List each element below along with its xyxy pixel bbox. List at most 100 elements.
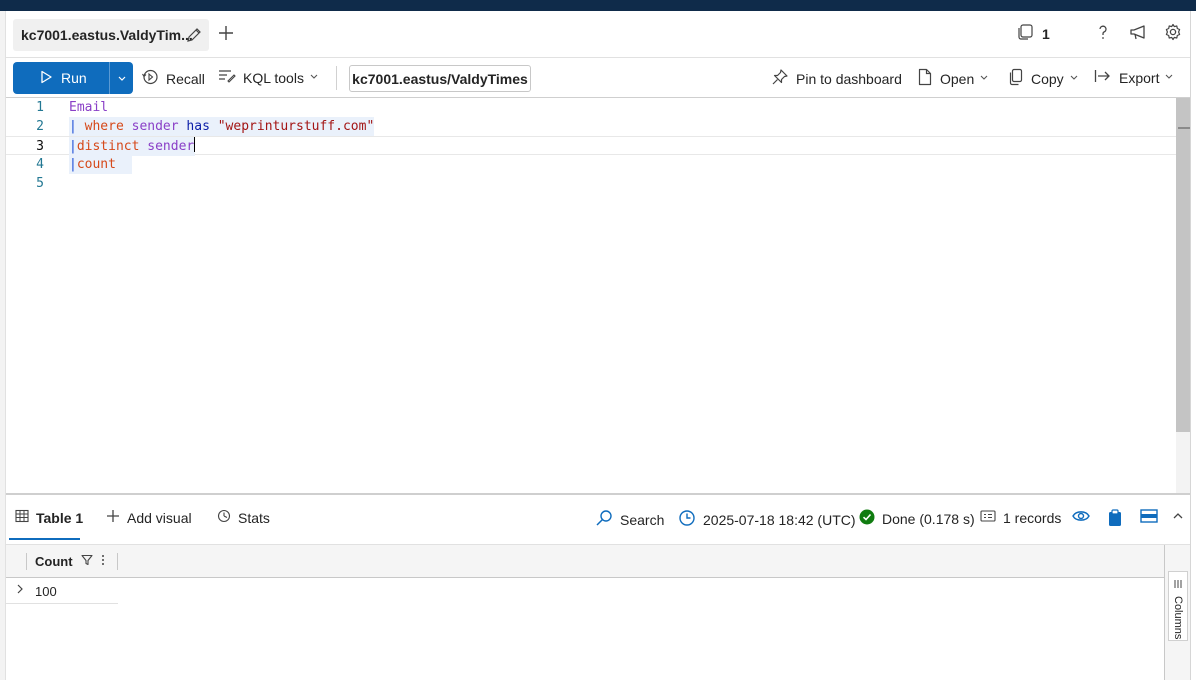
- active-tab-indicator: [9, 538, 80, 540]
- export-menu[interactable]: Export: [1094, 68, 1174, 87]
- stats-label: Stats: [238, 509, 270, 526]
- pin-label: Pin to dashboard: [796, 70, 902, 87]
- clipboard-icon: [1108, 509, 1122, 530]
- stats-icon: [217, 509, 231, 526]
- line-number: 2: [36, 119, 44, 134]
- view-button[interactable]: [1072, 509, 1090, 526]
- table-token: Email: [69, 100, 109, 115]
- line-number: 4: [36, 157, 44, 172]
- records-icon: [980, 509, 996, 526]
- chevron-down-icon: [117, 70, 127, 86]
- run-options-dropdown[interactable]: [109, 62, 133, 94]
- eye-icon: [1072, 509, 1090, 526]
- feedback-button[interactable]: [1129, 23, 1149, 44]
- copy-menu[interactable]: Copy: [1008, 68, 1079, 89]
- copy-stack-icon: [1016, 23, 1034, 44]
- database-selector[interactable]: kc7001.eastus/ValdyTimes: [349, 65, 531, 92]
- column-divider: [26, 553, 27, 570]
- pipe-token: |: [69, 157, 77, 172]
- table-row[interactable]: 100: [6, 578, 118, 604]
- right-frame: [1190, 11, 1196, 680]
- status-text: Done (0.178 s): [882, 510, 975, 527]
- editor-line: 1 Email: [6, 98, 1176, 117]
- editor-line: 5: [6, 174, 1176, 193]
- tab-stats[interactable]: Stats: [217, 509, 270, 526]
- clipboard-button[interactable]: [1108, 509, 1122, 530]
- chevron-right-icon[interactable]: [15, 583, 25, 598]
- recall-button[interactable]: Recall: [141, 68, 205, 89]
- run-label: Run: [61, 70, 87, 86]
- editor-scrollbar-thumb[interactable]: [1176, 98, 1190, 432]
- query-editor[interactable]: 1 Email 2 | where sender has "weprinturs…: [6, 98, 1176, 493]
- columns-icon: [1173, 576, 1183, 592]
- query-tab-title: kc7001.eastus.ValdyTim...: [21, 27, 193, 43]
- chevron-up-icon: [1172, 509, 1184, 525]
- pin-to-dashboard-button[interactable]: Pin to dashboard: [771, 68, 902, 89]
- query-tab-bar: kc7001.eastus.ValdyTim... 1: [6, 11, 1190, 58]
- question-icon: [1094, 23, 1112, 44]
- run-main-action[interactable]: Run: [13, 62, 109, 94]
- copy-label: Copy: [1031, 70, 1064, 87]
- kql-tools-menu[interactable]: KQL tools: [218, 68, 319, 87]
- megaphone-icon: [1129, 23, 1149, 44]
- code-line: |count: [69, 155, 132, 174]
- search-icon: [595, 509, 613, 530]
- results-grid: Count 100: [6, 545, 1164, 680]
- kql-tools-label: KQL tools: [243, 69, 304, 86]
- recall-label: Recall: [166, 70, 205, 87]
- settings-button[interactable]: [1164, 23, 1182, 44]
- plus-icon: [106, 509, 120, 526]
- chevron-down-icon: [1164, 71, 1174, 84]
- history-icon: [141, 68, 159, 89]
- pin-icon: [771, 68, 789, 89]
- records-text: 1 records: [1003, 509, 1062, 526]
- window-top-strip: [0, 0, 1196, 11]
- record-count: 1 records: [980, 509, 1061, 526]
- layout-button[interactable]: [1140, 509, 1158, 526]
- query-timestamp: 2025-07-18 18:42 (UTC): [678, 509, 856, 530]
- collapse-results-button[interactable]: [1172, 509, 1184, 525]
- columns-side-panel: Columns: [1164, 545, 1190, 680]
- help-button[interactable]: [1094, 23, 1112, 44]
- add-visual-button[interactable]: Add visual: [106, 509, 192, 526]
- query-toolbar: Run Recall KQL tools kc7001.eastus/Valdy…: [6, 58, 1190, 98]
- pencil-icon[interactable]: [185, 26, 203, 47]
- column-token: sender: [147, 139, 195, 154]
- editor-scroll-cursor-marker: [1178, 127, 1190, 129]
- more-vertical-icon[interactable]: [101, 554, 105, 569]
- chevron-down-icon: [309, 71, 319, 84]
- text-caret: [194, 137, 196, 152]
- open-menu[interactable]: Open: [917, 68, 989, 89]
- tab-table-1[interactable]: Table 1: [15, 509, 83, 526]
- column-header-label: Count: [35, 554, 73, 569]
- search-results-button[interactable]: Search: [595, 509, 664, 530]
- clock-icon: [678, 509, 696, 530]
- export-label: Export: [1119, 69, 1160, 86]
- operator-token: where: [84, 119, 124, 134]
- results-toolbar: Table 1 Add visual Stats Search 2025-07-…: [6, 495, 1190, 545]
- add-visual-label: Add visual: [127, 509, 192, 526]
- columns-panel-tab[interactable]: Columns: [1168, 571, 1188, 641]
- editor-scrollbar-track[interactable]: [1176, 432, 1190, 493]
- open-label: Open: [940, 70, 975, 87]
- layout-icon: [1140, 509, 1158, 526]
- column-header-count[interactable]: Count: [35, 554, 105, 569]
- line-number: 1: [36, 100, 44, 115]
- line-number: 3: [36, 139, 44, 154]
- pipe-token: |: [69, 139, 77, 154]
- connections-button[interactable]: 1: [1016, 23, 1050, 44]
- timestamp-text: 2025-07-18 18:42 (UTC): [703, 511, 856, 528]
- code-line: |distinct sender: [69, 137, 196, 156]
- export-icon: [1094, 68, 1112, 87]
- toolbar-divider: [336, 66, 337, 90]
- query-tab[interactable]: kc7001.eastus.ValdyTim...: [13, 19, 209, 51]
- pipe-token: |: [69, 119, 85, 134]
- add-tab-button[interactable]: [215, 23, 237, 45]
- filter-icon[interactable]: [80, 554, 93, 569]
- line-number: 5: [36, 176, 44, 191]
- editor-line-current: 3 |distinct sender: [6, 136, 1176, 156]
- table-tab-label: Table 1: [36, 509, 84, 526]
- connections-count: 1: [1042, 25, 1050, 42]
- run-button[interactable]: Run: [13, 62, 133, 94]
- search-label: Search: [620, 511, 665, 528]
